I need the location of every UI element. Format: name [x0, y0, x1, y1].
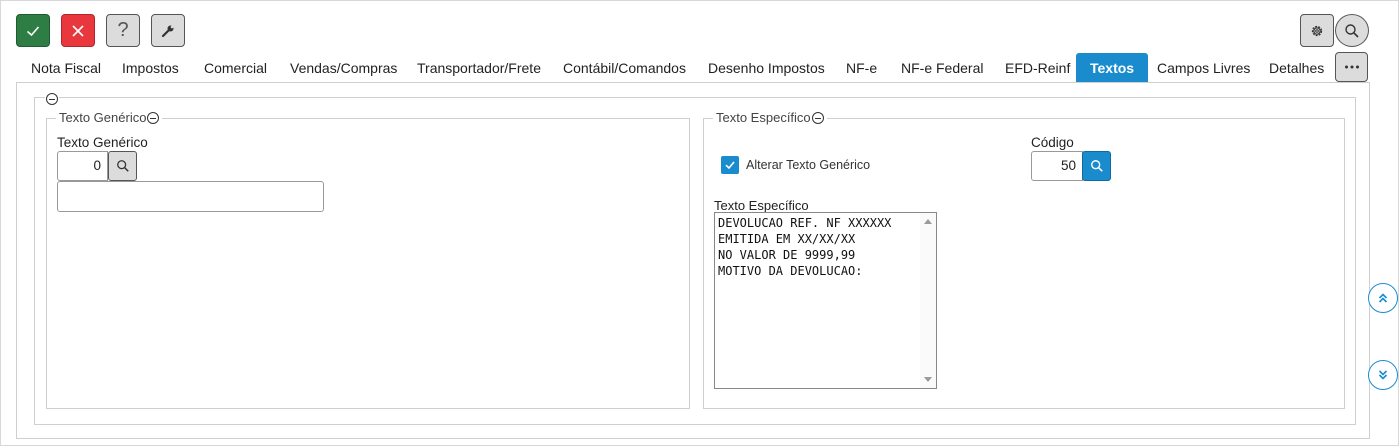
tools-button[interactable]	[151, 14, 185, 47]
code-label: Código	[1031, 135, 1074, 150]
tab-detalhes[interactable]: Detalhes	[1266, 53, 1327, 82]
tab-nfe-federal[interactable]: NF-e Federal	[898, 53, 986, 82]
tab-transportador-frete[interactable]: Transportador/Frete	[414, 53, 544, 82]
tab-contabil-comandos[interactable]: Contábil/Comandos	[560, 53, 689, 82]
help-label: ?	[117, 19, 129, 41]
scroll-down-arrow-icon[interactable]	[924, 377, 932, 382]
checkmark-icon	[725, 161, 735, 170]
cancel-button[interactable]	[61, 14, 95, 47]
tab-nota-fiscal[interactable]: Nota Fiscal	[28, 53, 104, 82]
alter-generic-text-label: Alterar Texto Genérico	[746, 158, 871, 172]
search-icon	[1345, 23, 1359, 38]
close-icon	[72, 24, 84, 37]
tab-impostos[interactable]: Impostos	[119, 53, 182, 82]
collapse-icon	[46, 92, 58, 105]
search-icon	[1090, 160, 1103, 172]
generic-text-group: Texto Genérico	[46, 110, 690, 409]
text-line: NO VALOR DE 9999,99	[718, 248, 856, 262]
generic-code-input[interactable]: 0	[57, 151, 108, 181]
tab-campos-livres[interactable]: Campos Livres	[1154, 53, 1253, 82]
tab-bar: Nota Fiscal Impostos Comercial Vendas/Co…	[16, 52, 1370, 83]
tab-vendas-compras[interactable]: Vendas/Compras	[287, 53, 400, 82]
specific-text-area[interactable]: DEVOLUCAO REF. NF XXXXXX EMITIDA EM XX/X…	[714, 212, 937, 389]
generic-text-legend: Texto Genérico	[56, 110, 163, 125]
confirm-button[interactable]	[16, 14, 50, 47]
double-chevron-up-icon	[1378, 293, 1388, 303]
scroll-to-top-button[interactable]	[1368, 283, 1398, 313]
check-icon	[26, 25, 40, 36]
tab-desenho-impostos[interactable]: Desenho Impostos	[705, 53, 828, 82]
search-icon	[116, 160, 129, 172]
generic-description-input[interactable]	[57, 181, 324, 212]
alter-generic-text-checkbox[interactable]	[721, 156, 739, 174]
tab-comercial[interactable]: Comercial	[201, 53, 270, 82]
tab-efd-reinf[interactable]: EFD-Reinf	[1002, 53, 1073, 82]
specific-text-legend-label: Texto Específico	[716, 110, 811, 125]
generic-text-label: Texto Genérico	[57, 135, 148, 150]
specific-code-search-button[interactable]	[1082, 151, 1111, 181]
global-search-button[interactable]	[1335, 14, 1369, 47]
wrench-icon	[161, 25, 174, 37]
specific-text-legend: Texto Específico	[713, 110, 827, 125]
gear-icon	[1311, 25, 1323, 36]
specific-code-input[interactable]: 50	[1031, 151, 1083, 181]
section-collapse-toggle[interactable]	[45, 90, 59, 105]
tab-textos[interactable]: Textos	[1076, 53, 1149, 82]
text-line: DEVOLUCAO REF. NF XXXXXX	[718, 216, 892, 230]
specific-collapse-icon[interactable]	[811, 111, 824, 124]
tab-nfe[interactable]: NF-e	[843, 53, 880, 82]
text-line: MOTIVO DA DEVOLUCAO:	[718, 264, 863, 278]
textarea-scrollbar[interactable]	[920, 213, 936, 388]
help-button[interactable]: ?	[106, 14, 140, 47]
generic-text-legend-label: Texto Genérico	[59, 110, 147, 125]
more-horizontal-icon	[1344, 65, 1359, 69]
text-line: EMITIDA EM XX/XX/XX	[718, 232, 856, 246]
double-chevron-down-icon	[1378, 370, 1388, 380]
scroll-up-arrow-icon[interactable]	[924, 219, 932, 224]
scroll-to-bottom-button[interactable]	[1368, 360, 1398, 390]
more-tabs-button[interactable]	[1335, 52, 1368, 82]
settings-button[interactable]	[1300, 14, 1334, 47]
specific-text-label: Texto Específico	[714, 198, 809, 213]
generic-collapse-icon[interactable]	[147, 111, 160, 124]
generic-code-search-button[interactable]	[108, 151, 137, 181]
